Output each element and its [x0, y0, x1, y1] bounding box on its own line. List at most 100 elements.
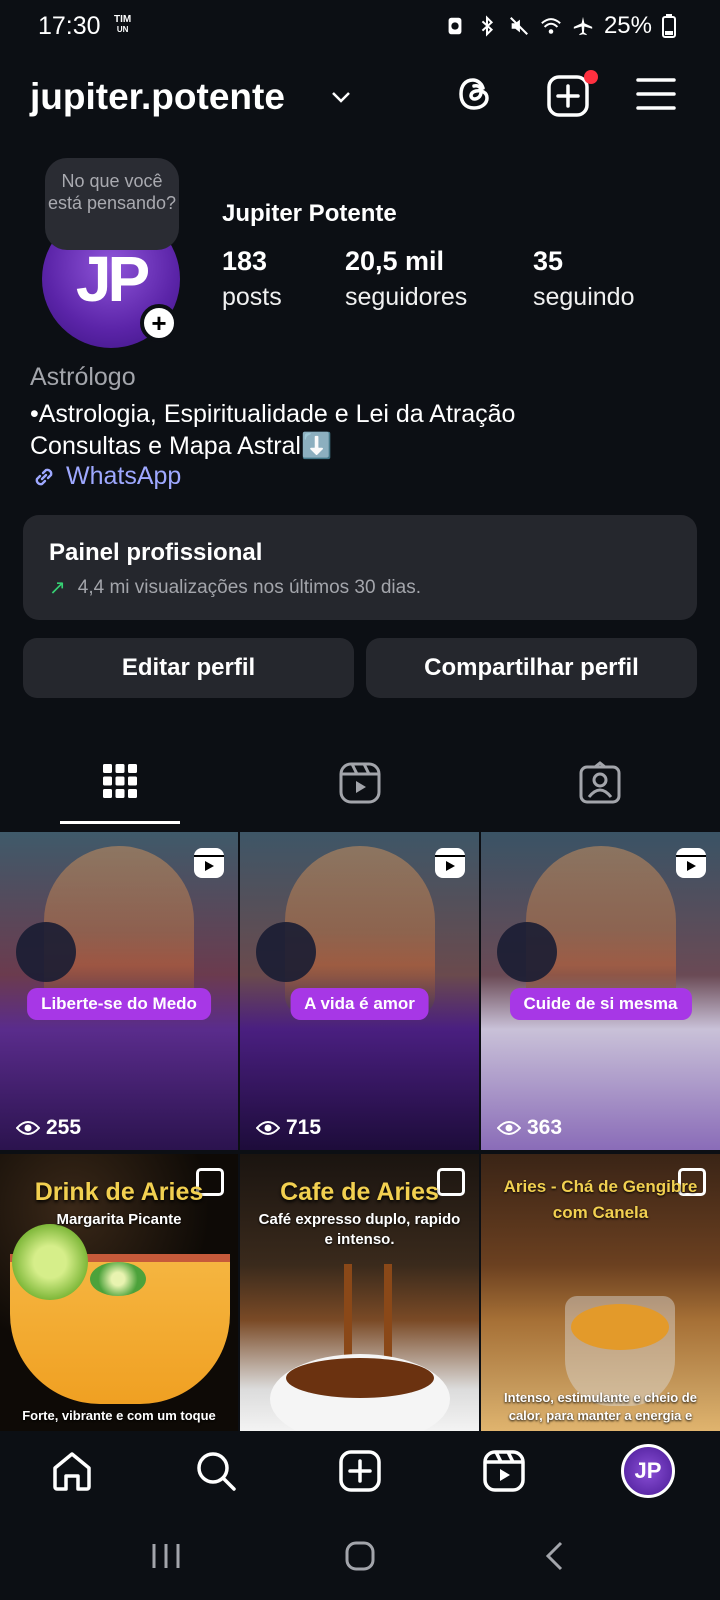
microphone-image	[256, 922, 316, 982]
profile-link[interactable]: WhatsApp	[30, 462, 181, 491]
edit-profile-button[interactable]: Editar perfil	[23, 638, 354, 698]
tea-image	[571, 1304, 669, 1350]
microphone-image	[497, 922, 557, 982]
profile-category: Astrólogo	[30, 363, 136, 391]
pro-panel-title: Painel profissional	[49, 539, 263, 566]
microphone-image	[16, 922, 76, 982]
posts-grid: Liberte-se do Medo 255 A vida é amor 715…	[0, 832, 720, 1431]
view-count: 363	[497, 1116, 562, 1140]
stat-value: 183	[222, 246, 268, 276]
nav-search[interactable]	[186, 1441, 246, 1501]
bio-line: Consultas e Mapa Astral⬇️	[30, 432, 333, 460]
view-count: 255	[16, 1116, 81, 1140]
tagged-user-icon	[579, 761, 621, 804]
avatar-initials: JP	[75, 243, 150, 315]
tab-tagged[interactable]	[480, 755, 720, 827]
create-button[interactable]	[546, 70, 598, 120]
note-bubble[interactable]: No que você está pensando?	[45, 158, 179, 250]
back-button[interactable]	[532, 1534, 576, 1578]
recent-apps-button[interactable]	[144, 1534, 188, 1578]
grid-icon	[103, 764, 137, 798]
bio-line: •Astrologia, Espiritualidade e Lei da At…	[30, 400, 516, 428]
trend-up-icon: ↗	[49, 577, 66, 599]
battery-icon	[662, 14, 676, 38]
menu-button[interactable]	[636, 74, 682, 120]
stat-followers[interactable]: 20,5 mil seguidores	[345, 246, 467, 312]
post-caption: Forte, vibrante e com um toque	[22, 1408, 216, 1423]
link-icon	[35, 468, 53, 485]
search-icon	[197, 1452, 236, 1491]
nav-profile[interactable]: JP	[618, 1441, 678, 1501]
notification-dot	[584, 70, 598, 84]
post-subtitle: Margarita Picante	[56, 1211, 182, 1228]
eye-icon	[497, 1121, 521, 1135]
chevron-down-icon[interactable]	[330, 90, 352, 104]
stat-posts[interactable]: 183 posts	[222, 246, 282, 312]
pepper-image	[90, 1262, 146, 1296]
profile-tabs	[0, 755, 720, 827]
add-square-icon	[547, 75, 589, 117]
profile-bio: •Astrologia, Espiritualidade e Lei da At…	[30, 398, 690, 462]
account-username[interactable]: jupiter.potente	[30, 76, 285, 118]
bluetooth-icon	[481, 15, 494, 37]
recent-apps-icon	[152, 1544, 180, 1568]
reel-badge-icon	[435, 848, 465, 878]
home-circle-icon	[345, 1541, 375, 1571]
battery-percent: 25%	[603, 12, 652, 39]
reels-icon	[339, 762, 381, 804]
reel-badge-icon	[194, 848, 224, 878]
carrier-logo: TIM UN	[114, 15, 131, 35]
share-profile-button[interactable]: Compartilhar perfil	[366, 638, 697, 698]
nav-home[interactable]	[42, 1441, 102, 1501]
link-label: WhatsApp	[66, 462, 182, 490]
airplane-icon	[573, 16, 593, 36]
eye-icon	[16, 1121, 40, 1135]
view-count-value: 363	[527, 1116, 563, 1139]
system-navigation	[0, 1512, 720, 1600]
lime-image	[12, 1224, 88, 1300]
nav-create[interactable]	[330, 1441, 390, 1501]
bottom-navigation: JP	[0, 1430, 720, 1512]
reel-thumbnail[interactable]: Liberte-se do Medo 255	[0, 832, 238, 1150]
add-story-button[interactable]: +	[140, 304, 178, 342]
post-title: Aries - Chá de Gengibre com Canela	[503, 1177, 698, 1222]
display-name: Jupiter Potente	[222, 200, 397, 227]
coffee-image	[286, 1358, 434, 1398]
reel-caption: Liberte-se do Medo	[27, 988, 211, 1020]
status-bar: 17:30 TIM UN 25%	[0, 0, 720, 54]
post-subtitle: Café expresso duplo, rapido e intenso.	[258, 1211, 461, 1248]
home-system-button[interactable]	[338, 1534, 382, 1578]
professional-dashboard[interactable]: Painel profissional ↗ 4,4 mi visualizaçõ…	[23, 515, 697, 620]
nav-reels[interactable]	[474, 1441, 534, 1501]
eye-icon	[256, 1121, 280, 1135]
post-thumbnail[interactable]: Aries - Chá de Gengibre com Canela Inten…	[481, 1154, 720, 1431]
pro-panel-subtitle: 4,4 mi visualizações nos últimos 30 dias…	[77, 576, 421, 598]
stat-label: posts	[222, 283, 282, 311]
threads-icon	[459, 78, 489, 110]
mute-icon	[509, 17, 528, 35]
back-chevron-icon	[545, 1541, 563, 1571]
stat-following[interactable]: 35 seguindo	[533, 246, 634, 312]
view-count: 715	[256, 1116, 321, 1140]
stat-value: 35	[533, 246, 564, 276]
reel-thumbnail[interactable]: A vida é amor 715	[240, 832, 479, 1150]
post-caption: Intenso, estimulante e cheio de calor, p…	[504, 1390, 697, 1423]
reel-thumbnail[interactable]: Cuide de si mesma 363	[481, 832, 720, 1150]
stat-label: seguidores	[345, 283, 468, 311]
reel-caption: Cuide de si mesma	[509, 988, 692, 1020]
post-thumbnail[interactable]: Cafe de Aries Café expresso duplo, rapid…	[240, 1154, 479, 1431]
post-thumbnail[interactable]: Drink de Aries Margarita Picante Forte, …	[0, 1154, 238, 1431]
reel-caption: A vida é amor	[290, 988, 429, 1020]
recycle-icon	[448, 17, 462, 35]
avatar: JP	[621, 1444, 675, 1498]
view-count-value: 715	[286, 1116, 322, 1139]
carrier-bottom: UN	[116, 25, 129, 34]
threads-button[interactable]	[455, 74, 501, 120]
stat-value: 20,5 mil	[345, 246, 445, 276]
carrier-top: TIM	[114, 14, 132, 25]
post-title: Drink de Aries	[34, 1178, 204, 1206]
tab-reels[interactable]	[240, 755, 480, 827]
tab-grid[interactable]	[0, 755, 240, 827]
post-title: Cafe de Aries	[280, 1178, 439, 1206]
home-icon	[53, 1452, 91, 1491]
